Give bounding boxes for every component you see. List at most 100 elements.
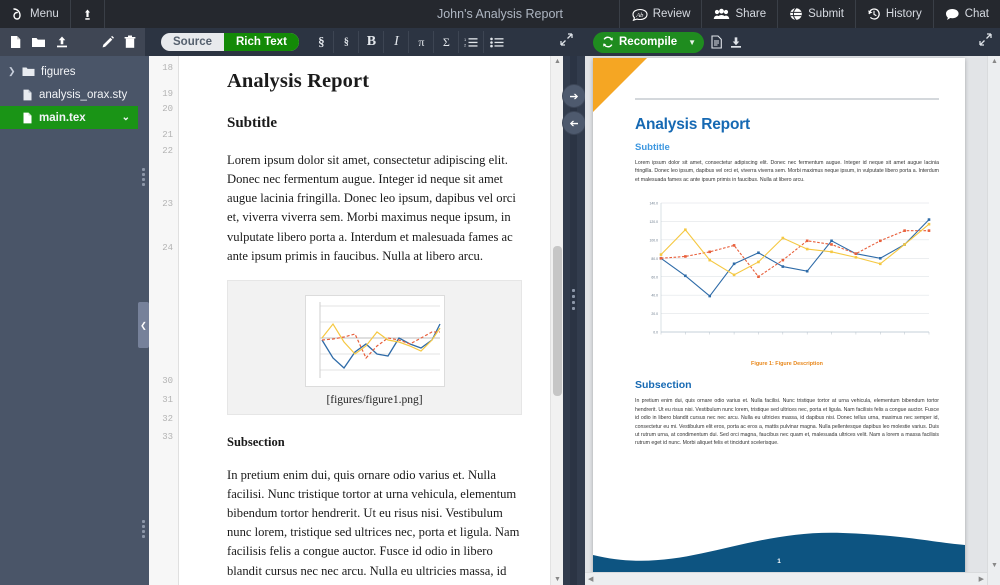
sum-sigma-icon[interactable]: Σ xyxy=(435,31,459,53)
editor-scrollbar-thumb[interactable] xyxy=(553,246,562,396)
pdf-title: Analysis Report xyxy=(635,116,751,133)
new-file-icon[interactable] xyxy=(9,35,22,49)
chevron-down-icon[interactable]: ▼ xyxy=(688,38,696,47)
share-button[interactable]: Share xyxy=(701,0,777,28)
review-ab-icon: Ab xyxy=(631,8,648,21)
doc-title: Analysis Report xyxy=(227,70,370,92)
svg-text:0.0: 0.0 xyxy=(653,331,658,335)
line-number: 24 xyxy=(162,243,173,253)
doc-paragraph-2: In pretium enim dui, quis ornare odio va… xyxy=(227,467,520,585)
new-folder-icon[interactable] xyxy=(31,35,46,49)
pdf-page-content: Analysis Report Subtitle Lorem ipsum dol… xyxy=(635,98,939,448)
submit-button[interactable]: Submit xyxy=(777,0,855,28)
download-icon[interactable] xyxy=(729,35,743,49)
editor-pane: 18 19 20 21 22 23 24 30 31 32 33 Analysi… xyxy=(149,56,563,585)
file-tree-label-main-tex: main.tex xyxy=(39,111,86,124)
pdf-file-icon[interactable] xyxy=(710,35,723,49)
file-tree-item-sty[interactable]: analysis_orax.sty xyxy=(0,83,138,106)
mode-source[interactable]: Source xyxy=(161,33,224,51)
top-bar-actions: Ab Review Share Submit History Chat xyxy=(618,0,1000,28)
file-tree: ❯ figures analysis_orax.sty main.tex ⌄ xyxy=(0,56,138,585)
figure-path-caption: [figures/figure1.png] xyxy=(326,393,423,406)
file-icon xyxy=(22,89,33,101)
history-button[interactable]: History xyxy=(854,0,933,28)
line-number: 21 xyxy=(162,130,173,140)
history-label: History xyxy=(885,8,922,20)
figure-placeholder[interactable]: [figures/figure1.png] xyxy=(227,279,522,415)
file-tree-label-sty: analysis_orax.sty xyxy=(39,88,128,101)
pdf-horizontal-scrollbar[interactable]: ◀ ▶ xyxy=(585,572,987,585)
people-icon xyxy=(713,8,730,21)
rename-pencil-icon[interactable] xyxy=(101,35,115,49)
svg-text:100.0: 100.0 xyxy=(650,239,659,243)
chat-label: Chat xyxy=(964,8,989,20)
folder-icon xyxy=(22,66,35,77)
splitter-drag-dots xyxy=(572,286,576,313)
editor-toolbar: Source Rich Text § § B I π Σ 12 xyxy=(145,28,585,56)
file-icon xyxy=(22,112,33,124)
pdf-figure-caption: Figure 1: Figure Description xyxy=(751,361,823,368)
pdf-page: Analysis Report Subtitle Lorem ipsum dol… xyxy=(593,58,965,583)
scroll-up-icon[interactable]: ▲ xyxy=(991,58,998,65)
ordered-list-icon[interactable]: 12 xyxy=(460,31,484,53)
scroll-right-icon[interactable]: ▶ xyxy=(979,575,984,583)
file-tree-item-figures[interactable]: ❯ figures xyxy=(0,60,138,83)
pdf-toolbar: Recompile ▼ xyxy=(585,28,1000,56)
review-label: Review xyxy=(652,8,691,20)
menu-button[interactable]: Menu xyxy=(0,0,71,28)
svg-text:60.0: 60.0 xyxy=(651,276,658,280)
scroll-up-icon[interactable]: ▲ xyxy=(554,58,561,65)
line-number: 20 xyxy=(162,104,173,114)
svg-text:2: 2 xyxy=(464,42,467,47)
svg-text:80.0: 80.0 xyxy=(651,257,658,261)
upgrade-button[interactable] xyxy=(71,0,105,28)
chat-button[interactable]: Chat xyxy=(932,0,1000,28)
svg-text:120.0: 120.0 xyxy=(650,220,659,224)
review-button[interactable]: Ab Review xyxy=(618,0,702,28)
subsection-icon[interactable]: § xyxy=(335,31,359,53)
svg-text:40.0: 40.0 xyxy=(651,294,658,298)
file-toolbar xyxy=(0,28,145,56)
pane-splitter[interactable]: ➔ ➔ xyxy=(562,56,586,585)
go-to-pdf-button[interactable]: ➔ xyxy=(562,84,586,108)
chevron-down-icon[interactable]: ⌄ xyxy=(122,112,130,123)
recompile-button[interactable]: Recompile ▼ xyxy=(593,31,705,53)
pdf-subsection-heading: Subsection xyxy=(635,379,692,392)
go-to-code-button[interactable]: ➔ xyxy=(562,111,586,135)
drag-dots-bottom xyxy=(142,518,145,540)
header-rule xyxy=(635,98,939,100)
line-number: 18 xyxy=(162,63,173,73)
upload-icon[interactable] xyxy=(55,35,69,49)
line-number: 32 xyxy=(162,414,173,424)
rich-text-document[interactable]: Analysis Report Subtitle Lorem ipsum dol… xyxy=(179,56,550,585)
scroll-down-icon[interactable]: ▼ xyxy=(991,562,998,569)
scroll-left-icon[interactable]: ◀ xyxy=(588,575,593,583)
submit-label: Submit xyxy=(808,8,844,20)
pdf-expand-icon[interactable] xyxy=(979,33,992,51)
pdf-subsection-body: In pretium enim dui, quis ornare odio va… xyxy=(635,398,939,447)
scroll-down-icon[interactable]: ▼ xyxy=(554,576,561,583)
file-tree-item-main-tex[interactable]: main.tex ⌄ xyxy=(0,106,138,129)
pdf-scroll-area[interactable]: Analysis Report Subtitle Lorem ipsum dol… xyxy=(585,56,987,585)
editor-scrollbar[interactable]: ▲ ▼ xyxy=(550,56,563,585)
line-chart: 0.0 20.0 40.0 60.0 80.0 100.0 120.0 140.0 xyxy=(650,202,931,335)
sidebar-resize-handle[interactable]: ❮ xyxy=(138,56,149,585)
bullet-list-icon[interactable] xyxy=(485,31,509,53)
delete-trash-icon[interactable] xyxy=(124,35,136,49)
line-number: 23 xyxy=(162,199,173,209)
bold-icon[interactable]: B xyxy=(360,31,384,53)
mode-rich-text[interactable]: Rich Text xyxy=(224,33,299,51)
sidebar-collapse-button[interactable]: ❮ xyxy=(138,302,149,348)
pdf-vertical-scrollbar[interactable]: ▲ ▼ xyxy=(987,56,1000,585)
overleaf-app: Menu John's Analysis Report Ab Review Sh… xyxy=(0,0,1000,585)
svg-text:1: 1 xyxy=(464,37,467,42)
section-icon[interactable]: § xyxy=(310,31,334,53)
chevron-right-icon[interactable]: ❯ xyxy=(8,66,16,77)
italic-icon[interactable]: I xyxy=(385,31,409,53)
pdf-preview-pane: Analysis Report Subtitle Lorem ipsum dol… xyxy=(585,56,1000,585)
splitter-bar[interactable] xyxy=(570,56,577,585)
math-pi-icon[interactable]: π xyxy=(410,31,434,53)
editor-expand-icon[interactable] xyxy=(560,33,577,51)
globe-icon xyxy=(789,7,803,21)
mode-toggle[interactable]: Source Rich Text xyxy=(161,33,299,51)
